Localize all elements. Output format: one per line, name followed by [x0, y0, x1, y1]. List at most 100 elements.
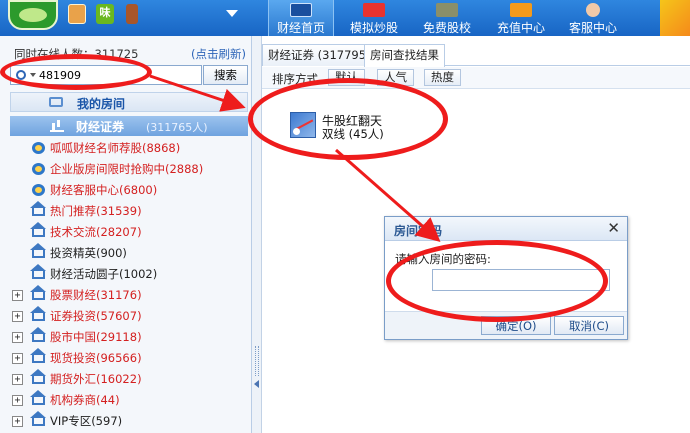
sidebar-item-label: 股票财经(31176) — [50, 288, 142, 302]
dialog-titlebar[interactable]: 房间密码 ✕ — [385, 217, 627, 241]
sidebar-item[interactable]: + 证券投资(57607) — [10, 306, 248, 327]
ok-button[interactable]: 确定(O) — [481, 316, 551, 335]
sort-label: 排序方式 — [272, 72, 318, 86]
caret-down-icon[interactable] — [30, 73, 36, 77]
nav-recharge-center[interactable]: 充值中心 — [490, 0, 552, 36]
sort-default-button[interactable]: 默认 — [328, 69, 365, 86]
sidebar-item[interactable]: + 现货投资(96566) — [10, 348, 248, 369]
nav-service-center[interactable]: 客服中心 — [562, 0, 624, 36]
search-icon — [16, 70, 26, 80]
sidebar-item-label: 投资精英(900) — [50, 246, 127, 260]
expand-plus-icon[interactable]: + — [12, 416, 23, 427]
sidebar-item[interactable]: + VIP专区(597) — [10, 411, 248, 432]
sidebar-item-label: 财经客服中心(6800) — [50, 183, 158, 197]
frog-logo-icon — [8, 0, 58, 30]
nav-finance-home[interactable]: 财经首页 — [268, 0, 334, 36]
online-count-line: 同时在线人数：311725 (点击刷新) — [14, 46, 246, 62]
sidebar-item-label: 呱呱财经名师荐股(8868) — [50, 141, 181, 155]
dialog-footer: 确定(O) 取消(C) — [385, 311, 627, 339]
splitter-grip[interactable] — [255, 346, 259, 376]
room-subtitle: 双线 (45人) — [322, 127, 384, 141]
expand-plus-icon[interactable]: + — [12, 353, 23, 364]
my-room-header[interactable]: 我的房间 — [10, 92, 248, 112]
sidebar-item[interactable]: + 期货外汇(16022) — [10, 369, 248, 390]
school-icon — [436, 3, 458, 17]
expand-plus-icon[interactable]: + — [12, 311, 23, 322]
chevron-down-icon[interactable] — [226, 10, 238, 17]
taste-badge-icon[interactable]: 味 — [96, 4, 114, 24]
tab-room-search-results[interactable]: 房间查找结果 — [364, 44, 445, 67]
nav-free-school[interactable]: 免费股校 — [416, 0, 478, 36]
sidebar-item[interactable]: + 股票财经(31176) — [10, 285, 248, 306]
house-icon — [30, 285, 46, 300]
my-room-label: 我的房间 — [77, 97, 126, 111]
monitor-icon — [290, 3, 312, 17]
house-icon — [30, 222, 46, 237]
sidebar-item-label: 股市中国(29118) — [50, 330, 142, 344]
category-count: (311765人) — [146, 121, 208, 134]
search-button[interactable]: 搜索 — [203, 65, 248, 85]
room-result-item[interactable]: 牛股红翻天 双线 (45人) — [290, 112, 400, 141]
sidebar-item-label: 技术交流(28207) — [50, 225, 142, 239]
tab-strip: 财经证券 (317795) 房间查找结果 — [262, 36, 690, 67]
sidebar-item[interactable]: 技术交流(28207) — [10, 222, 248, 243]
sidebar-item[interactable]: + 股市中国(29118) — [10, 327, 248, 348]
ie-icon — [32, 184, 45, 196]
sort-heat-button[interactable]: 热度 — [424, 69, 461, 86]
close-icon[interactable]: ✕ — [607, 219, 620, 237]
sort-bar: 排序方式 默认 人气 热度 — [262, 67, 690, 89]
sidebar-item[interactable]: 企业版房间限时抢购中(2888) — [10, 159, 248, 180]
refresh-link[interactable]: (点击刷新) — [191, 46, 246, 62]
sidebar-item-label: 证券投资(57607) — [50, 309, 142, 323]
category-label: 财经证券 — [76, 120, 125, 134]
nav-simulated-trading[interactable]: 模拟炒股 — [343, 0, 405, 36]
brand-corner-icon — [660, 0, 690, 36]
sidebar-item[interactable]: 财经活动圆子(1002) — [10, 264, 248, 285]
sidebar-item[interactable]: + 机构券商(44) — [10, 390, 248, 411]
password-prompt: 请输入房间的密码: — [395, 252, 491, 266]
room-list: 呱呱财经名师荐股(8868) 企业版房间限时抢购中(2888) 财经客服中心(680… — [10, 138, 248, 432]
person-icon — [586, 3, 600, 17]
house-icon — [30, 369, 46, 384]
sidebar-item[interactable]: 投资精英(900) — [10, 243, 248, 264]
search-box — [10, 65, 202, 85]
sidebar-item-label: 现货投资(96566) — [50, 351, 142, 365]
cancel-button[interactable]: 取消(C) — [554, 316, 624, 335]
door-icon[interactable] — [126, 4, 138, 24]
sidebar-item-label: 机构券商(44) — [50, 393, 120, 407]
category-finance-header[interactable]: 财经证券 (311765人) — [10, 116, 248, 136]
sidebar-item[interactable]: 财经客服中心(6800) — [10, 180, 248, 201]
house-icon — [30, 327, 46, 342]
house-icon — [30, 348, 46, 363]
sidebar-item-label: VIP专区(597) — [50, 414, 123, 428]
expand-plus-icon[interactable]: + — [12, 290, 23, 301]
top-toolbar: 味 财经首页 模拟炒股 免费股校 充值中心 客服中心 — [0, 0, 690, 36]
expand-plus-icon[interactable]: + — [12, 395, 23, 406]
room-search-input[interactable] — [39, 67, 199, 83]
ie-icon — [32, 142, 45, 154]
monitor-icon — [49, 97, 63, 107]
sort-popularity-button[interactable]: 人气 — [377, 69, 414, 86]
house-icon — [30, 243, 46, 258]
chart-icon — [363, 3, 385, 17]
expand-plus-icon[interactable]: + — [12, 332, 23, 343]
panel-splitter[interactable] — [252, 36, 262, 433]
expand-plus-icon[interactable]: + — [12, 374, 23, 385]
window-icon[interactable] — [68, 4, 86, 24]
nav-label: 充值中心 — [496, 21, 545, 35]
house-icon — [30, 390, 46, 405]
sidebar-item-label: 企业版房间限时抢购中(2888) — [50, 162, 204, 176]
collapse-left-icon[interactable] — [254, 380, 259, 388]
sidebar-item-label: 期货外汇(16022) — [50, 372, 142, 386]
sidebar-item-label: 热门推荐(31539) — [50, 204, 142, 218]
online-count: 311725 — [94, 47, 139, 61]
sidebar: 同时在线人数：311725 (点击刷新) 搜索 我的房间 财经证券 (31176… — [0, 36, 252, 433]
sidebar-item[interactable]: 热门推荐(31539) — [10, 201, 248, 222]
sidebar-item[interactable]: 呱呱财经名师荐股(8868) — [10, 138, 248, 159]
password-input[interactable] — [432, 269, 610, 291]
house-icon — [30, 264, 46, 279]
sidebar-item-label: 财经活动圆子(1002) — [50, 267, 158, 281]
tab-finance-securities[interactable]: 财经证券 (317795) — [262, 44, 377, 66]
house-icon — [30, 411, 46, 426]
bar-chart-icon — [50, 119, 64, 132]
